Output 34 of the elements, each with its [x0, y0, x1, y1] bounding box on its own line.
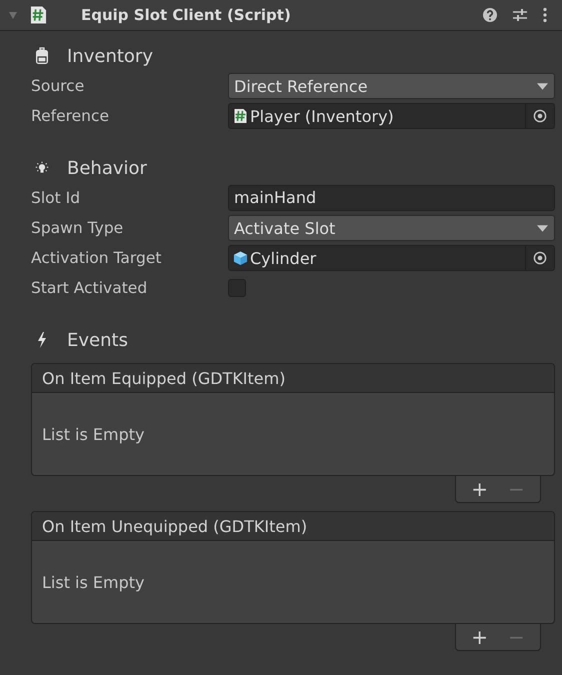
more-menu-icon[interactable] — [542, 7, 548, 23]
caret-icon — [537, 82, 548, 90]
section-title: Inventory — [67, 46, 153, 66]
empty-list-text: List is Empty — [42, 424, 145, 444]
event-title: On Item Unequipped (GDTKItem) — [42, 516, 308, 536]
add-button[interactable]: + — [467, 479, 492, 499]
script-icon — [30, 5, 47, 25]
event-title: On Item Equipped (GDTKItem) — [42, 368, 286, 388]
field-label: Activation Target — [31, 249, 162, 267]
checkbox[interactable] — [228, 279, 246, 297]
help-icon[interactable] — [482, 7, 498, 23]
empty-list-text: List is Empty — [42, 572, 145, 592]
section-title: Behavior — [67, 158, 147, 178]
caret-icon — [537, 224, 548, 232]
section-title: Events — [67, 330, 128, 350]
text-field[interactable]: mainHand — [228, 185, 555, 211]
object-picker-icon[interactable] — [533, 109, 547, 123]
object-field[interactable]: Cylinder — [228, 245, 555, 271]
field-label: Source — [31, 77, 86, 95]
object-field[interactable]: Player (Inventory) — [228, 103, 555, 129]
field-label: Reference — [31, 107, 110, 125]
script-icon — [233, 108, 248, 124]
component-title: Equip Slot Client (Script) — [81, 6, 292, 24]
field-label: Spawn Type — [31, 219, 124, 237]
add-button[interactable]: + — [467, 627, 492, 647]
backpack-icon — [35, 47, 49, 65]
settings-sliders-icon[interactable] — [512, 7, 528, 23]
dropdown[interactable]: Direct Reference — [228, 73, 555, 99]
lightning-bolt-icon — [35, 331, 49, 349]
dropdown[interactable]: Activate Slot — [228, 215, 555, 241]
cube-icon — [233, 250, 248, 266]
field-label: Start Activated — [31, 279, 148, 297]
object-picker-icon[interactable] — [533, 251, 547, 265]
field-label: Slot Id — [31, 189, 82, 207]
